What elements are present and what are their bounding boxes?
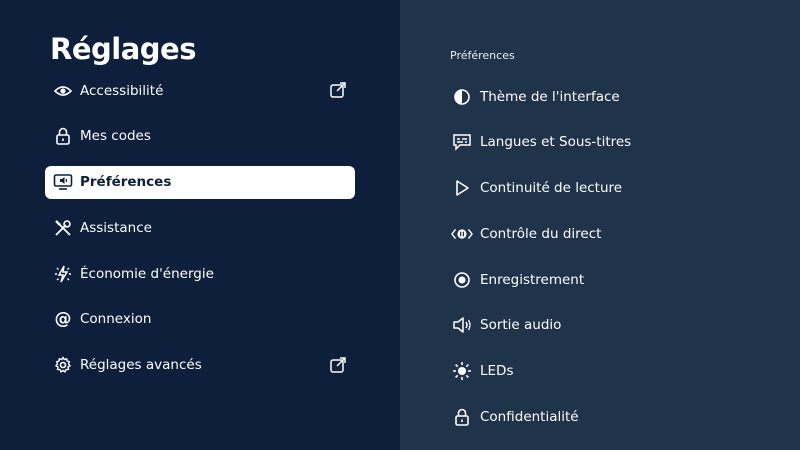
eye-icon (53, 81, 73, 101)
live-control-icon (451, 224, 473, 244)
subtitles-icon (451, 132, 473, 152)
at-icon: @ (54, 308, 72, 329)
preferences-menu: Thème de l'interface Langues et Sous-tit… (445, 80, 765, 446)
pref-item-label: Thème de l'interface (480, 88, 620, 105)
sidebar-item-label: Connexion (80, 311, 152, 328)
settings-screen: Réglages Accessibilité Mes codes Préfére… (0, 0, 800, 450)
pref-item-leds[interactable]: LEDs (445, 355, 765, 388)
lock-icon (451, 407, 473, 427)
pref-item-label: LEDs (480, 363, 514, 380)
tools-icon (53, 218, 73, 238)
pref-item-live-control[interactable]: Contrôle du direct (445, 217, 765, 250)
pref-item-recording[interactable]: Enregistrement (445, 263, 765, 296)
sidebar-item-advanced[interactable]: Réglages avancés (45, 349, 355, 382)
record-icon (451, 270, 473, 290)
sidebar-menu: Accessibilité Mes codes Préférences Assi… (45, 74, 355, 395)
page-title: Réglages (50, 32, 196, 66)
sidebar-item-codes[interactable]: Mes codes (45, 120, 355, 153)
sidebar-item-label: Assistance (80, 219, 152, 236)
pref-item-privacy[interactable]: Confidentialité (445, 401, 765, 434)
pref-item-languages[interactable]: Langues et Sous-titres (445, 126, 765, 159)
pref-item-label: Enregistrement (480, 271, 585, 288)
pref-item-label: Continuité de lecture (480, 180, 623, 197)
sidebar-item-preferences[interactable]: Préférences (45, 165, 355, 199)
pref-item-audio-output[interactable]: Sortie audio (445, 309, 765, 342)
sidebar-item-label: Préférences (80, 174, 172, 191)
energy-icon (53, 264, 73, 284)
play-icon (451, 178, 473, 198)
pref-item-label: Sortie audio (480, 317, 562, 334)
tv-sound-icon (53, 172, 73, 192)
sidebar: Réglages Accessibilité Mes codes Préfére… (0, 0, 400, 450)
pref-item-theme[interactable]: Thème de l'interface (445, 80, 765, 113)
pref-item-label: Confidentialité (480, 409, 579, 426)
sidebar-item-accessibility[interactable]: Accessibilité (45, 74, 355, 107)
contrast-icon (451, 87, 473, 107)
panel-heading: Préférences (450, 49, 515, 62)
sidebar-item-energy[interactable]: Économie d'énergie (45, 257, 355, 290)
speaker-icon (451, 315, 473, 335)
gear-icon (53, 355, 73, 375)
pref-item-label: Contrôle du direct (480, 225, 602, 242)
brightness-icon (451, 361, 473, 381)
sidebar-item-label: Réglages avancés (80, 357, 202, 374)
pref-item-label: Langues et Sous-titres (480, 134, 632, 151)
sidebar-item-assistance[interactable]: Assistance (45, 211, 355, 244)
sidebar-item-label: Accessibilité (80, 82, 164, 99)
lock-icon (53, 126, 73, 146)
sidebar-item-label: Mes codes (80, 128, 151, 145)
pref-item-continuity[interactable]: Continuité de lecture (445, 172, 765, 205)
external-link-icon (329, 356, 347, 374)
external-link-icon (329, 81, 347, 99)
sidebar-item-label: Économie d'énergie (80, 265, 214, 282)
sidebar-item-connexion[interactable]: @ Connexion (45, 303, 355, 336)
